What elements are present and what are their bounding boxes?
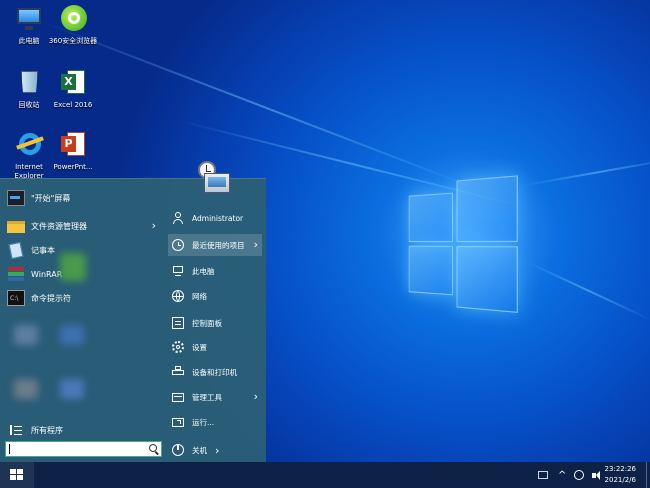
start-item-label: 最近使用的项目 — [192, 240, 245, 250]
start-item-settings[interactable]: 设置 — [168, 336, 262, 358]
shutdown-button[interactable]: 关机 › — [168, 439, 262, 461]
power-icon — [172, 444, 184, 456]
chevron-right-icon[interactable]: › — [152, 219, 156, 232]
all-programs-label: 所有程序 — [31, 425, 63, 435]
desktop-icon-label: Excel 2016 — [53, 101, 93, 109]
start-item-run[interactable]: 运行... — [168, 411, 262, 433]
search-input[interactable] — [5, 441, 162, 457]
start-item-all-programs[interactable]: 所有程序 — [4, 419, 162, 441]
start-item-label: 管理工具 — [192, 392, 222, 402]
desktop-icon-powerpoint[interactable]: P PowerPnt... — [44, 130, 102, 172]
action-center-icon[interactable] — [538, 471, 548, 479]
internet-explorer-icon — [14, 130, 44, 160]
start-item-start-screen[interactable]: "开始"屏幕 — [4, 187, 162, 209]
start-menu: "开始"屏幕 文件资源管理器 › 记事本 WinRAR C:\ 命令提示符 所有… — [0, 161, 266, 462]
wallpaper-ray — [39, 20, 489, 194]
start-item-control-panel[interactable]: 控制面板 — [168, 312, 262, 334]
recycle-bin-icon — [14, 68, 44, 98]
taskbar: ^ 23:22:26 2021/2/6 — [0, 462, 650, 488]
volume-icon[interactable] — [592, 470, 601, 480]
chevron-up-icon[interactable]: ^ — [558, 470, 566, 481]
blurred-desktop-content — [14, 325, 38, 345]
clock-time: 23:22:26 — [604, 465, 636, 473]
start-menu-right-column: Administrator 最近使用的项目 › 此电脑 网络 控制面板 设置 设… — [168, 179, 266, 462]
blurred-desktop-content — [60, 325, 84, 345]
start-item-label: 设置 — [192, 342, 207, 352]
start-item-label: 记事本 — [31, 245, 55, 255]
clock-date: 2021/2/6 — [604, 476, 636, 484]
start-screen-icon — [7, 190, 25, 206]
start-item-recent[interactable]: 最近使用的项目 › — [168, 234, 262, 256]
chevron-right-icon[interactable]: › — [254, 390, 258, 403]
monitor-icon — [172, 265, 184, 277]
search-icon[interactable] — [149, 444, 157, 452]
printer-icon — [172, 366, 184, 378]
shutdown-label: 关机 — [192, 445, 207, 455]
powerpoint-icon: P — [58, 130, 88, 160]
admin-tools-icon — [172, 391, 184, 403]
user-name: Administrator — [192, 213, 244, 223]
run-icon — [172, 416, 184, 428]
start-button[interactable] — [0, 462, 34, 488]
folder-icon — [7, 218, 25, 234]
list-icon — [7, 422, 25, 438]
text-caret — [9, 444, 10, 454]
wallpaper-ray — [520, 157, 650, 187]
user-icon — [172, 212, 184, 224]
blurred-desktop-content — [14, 379, 38, 399]
start-item-file-explorer[interactable]: 文件资源管理器 › — [4, 215, 162, 237]
start-menu-left-column: "开始"屏幕 文件资源管理器 › 记事本 WinRAR C:\ 命令提示符 所有… — [0, 179, 168, 462]
network-globe-icon[interactable] — [574, 470, 585, 480]
system-tray: ^ — [538, 462, 607, 488]
wallpaper-ray — [524, 260, 650, 321]
start-item-command-prompt[interactable]: C:\ 命令提示符 — [4, 287, 162, 309]
user-account-item[interactable]: Administrator — [168, 207, 262, 229]
start-item-admin-tools[interactable]: 管理工具 › — [168, 386, 262, 408]
start-item-devices-printers[interactable]: 设备和打印机 — [168, 361, 262, 383]
blurred-desktop-content — [60, 253, 86, 281]
taskbar-clock[interactable]: 23:22:26 2021/2/6 — [605, 464, 636, 486]
start-item-label: 设备和打印机 — [192, 367, 237, 377]
chevron-right-icon[interactable]: › — [254, 238, 258, 251]
start-item-label: 运行... — [192, 417, 215, 427]
notepad-icon — [7, 241, 25, 260]
monitor-icon — [14, 4, 44, 34]
desktop-icon-360-browser[interactable]: 360安全浏览器 — [44, 4, 102, 46]
winrar-icon — [7, 266, 25, 282]
start-item-label: "开始"屏幕 — [31, 193, 71, 203]
start-item-label: WinRAR — [31, 269, 63, 279]
show-desktop-button[interactable] — [646, 462, 650, 488]
blurred-desktop-content — [60, 379, 84, 399]
start-item-label: 控制面板 — [192, 318, 222, 328]
browser-360-icon — [58, 4, 88, 34]
gear-icon — [172, 341, 184, 353]
chevron-right-icon[interactable]: › — [215, 444, 219, 457]
start-item-label: 网络 — [192, 291, 207, 301]
clock-icon — [172, 239, 184, 251]
start-item-this-pc[interactable]: 此电脑 — [168, 260, 262, 282]
start-item-label: 命令提示符 — [31, 293, 71, 303]
desktop-icon-excel[interactable]: X Excel 2016 — [44, 68, 102, 110]
windows-logo-icon — [10, 469, 23, 481]
start-item-label: 此电脑 — [192, 266, 215, 276]
globe-icon — [172, 290, 184, 302]
wallpaper-windows-logo — [408, 175, 526, 313]
control-panel-icon — [172, 317, 184, 329]
desktop-icon-label: PowerPnt... — [53, 163, 93, 171]
desktop-icon-label: 360安全浏览器 — [48, 37, 98, 45]
start-item-label: 文件资源管理器 — [31, 221, 87, 231]
start-item-network[interactable]: 网络 — [168, 285, 262, 307]
excel-icon: X — [58, 68, 88, 98]
command-prompt-icon: C:\ — [7, 290, 25, 306]
